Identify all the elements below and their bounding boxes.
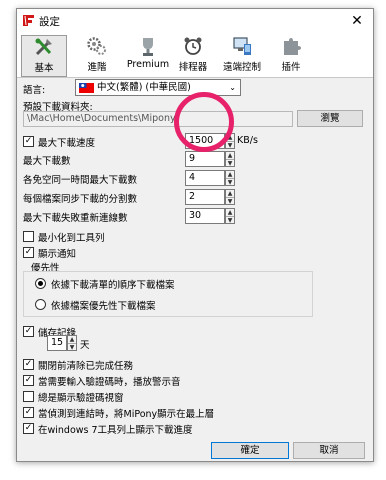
tab-advanced-label: 進階	[87, 62, 107, 73]
tab-plugins-label: 插件	[281, 62, 301, 73]
free-space-spinner[interactable]: ▲ ▼	[225, 170, 235, 186]
captcha-sound-checkbox[interactable]: ✓	[23, 375, 34, 386]
remote-computer-icon	[233, 37, 251, 55]
chevron-down-icon: ⌄	[229, 83, 236, 92]
scheduler-alarm-icon	[184, 37, 202, 55]
log-days-unit: 天	[80, 340, 90, 351]
tab-remote-label: 遠端控制	[222, 62, 261, 73]
close-icon: ✕	[351, 13, 363, 29]
language-value: 中文(繁體) (中華民國)	[97, 82, 191, 93]
retries-spinner[interactable]: ▲ ▼	[225, 208, 235, 224]
free-space-input[interactable]: 4	[185, 170, 225, 186]
priority-file-radio[interactable]	[35, 299, 46, 310]
captcha-sound-label: 當需要輸入驗證碼時，播放警示音	[38, 377, 181, 388]
clear-completed-checkbox[interactable]: ✓	[23, 359, 34, 370]
highlight-ring	[174, 92, 234, 152]
minimize-tray-checkbox[interactable]	[23, 231, 34, 242]
tab-premium[interactable]: Premium	[125, 35, 171, 75]
language-select[interactable]: 中文(繁體) (中華民國) ⌄	[75, 79, 241, 96]
save-log-checkbox[interactable]: ✓	[23, 326, 34, 337]
settings-toolbar: 基本 進階 Premium 排程器 遠端控制 插件	[17, 33, 373, 78]
segments-label: 每個檔案同步下載的分割數	[23, 194, 138, 205]
log-days-input[interactable]: 15	[47, 335, 67, 351]
notifications-checkbox[interactable]: ✓	[23, 247, 34, 258]
cancel-button[interactable]: 取消	[293, 442, 365, 459]
tab-basic[interactable]: 基本	[21, 35, 67, 77]
download-folder-field[interactable]: \Mac\Home\Documents\Mipony	[23, 111, 293, 127]
browse-button[interactable]: 瀏覽	[297, 110, 363, 127]
win7-taskbar-checkbox[interactable]: ✓	[23, 423, 34, 434]
retries-input[interactable]: 30	[185, 208, 225, 224]
max-downloads-spinner[interactable]: ▲ ▼	[225, 151, 235, 167]
tab-basic-label: 基本	[34, 63, 54, 74]
priority-file-label: 依據檔案優先性下載檔案	[51, 301, 156, 312]
max-downloads-label: 最大下載數	[23, 156, 71, 167]
max-speed-label: 最大下載速度	[38, 138, 96, 149]
tab-advanced[interactable]: 進階	[77, 35, 117, 75]
captcha-show-checkbox[interactable]	[23, 391, 34, 402]
max-speed-checkbox[interactable]: ✓	[23, 136, 34, 147]
settings-window: 設定 ✕ 基本 進階 Premium 排程器 遠端控制 插件 語言: 中文(繁體…	[16, 8, 374, 462]
captcha-show-label: 總是顯示驗證碼視窗	[38, 393, 124, 404]
premium-trophy-icon	[143, 38, 153, 56]
title-bar: 設定 ✕	[17, 9, 373, 33]
priority-queue-radio[interactable]	[35, 278, 46, 289]
max-downloads-input[interactable]: 9	[185, 151, 225, 167]
priority-queue-label: 依據下載清單的順序下載檔案	[51, 280, 175, 291]
window-title: 設定	[39, 16, 60, 28]
log-days-spinner[interactable]: ▲ ▼	[67, 335, 77, 351]
link-detect-checkbox[interactable]: ✓	[23, 407, 34, 418]
tab-remote[interactable]: 遠端控制	[217, 35, 267, 75]
link-detect-label: 當偵測到連結時，將MiPony顯示在最上層	[38, 409, 215, 420]
tab-plugins[interactable]: 插件	[273, 35, 309, 75]
gears-icon	[87, 37, 106, 55]
tab-scheduler-label: 排程器	[178, 62, 208, 73]
clear-completed-label: 關閉前清除已完成任務	[38, 361, 134, 372]
mipony-app-icon	[23, 15, 34, 26]
retries-label: 最大下載失敗重新連線數	[23, 213, 128, 224]
minimize-tray-label: 最小化到工具列	[38, 233, 105, 244]
free-space-label: 各免空同一時間最大下載數	[23, 175, 138, 186]
notifications-label: 顯示通知	[38, 249, 77, 260]
tools-icon	[35, 38, 52, 56]
tab-premium-label: Premium	[126, 59, 170, 70]
language-label: 語言:	[23, 85, 46, 96]
close-button[interactable]: ✕	[347, 11, 367, 31]
taiwan-flag-icon	[79, 83, 94, 93]
tab-scheduler[interactable]: 排程器	[173, 35, 213, 75]
segments-spinner[interactable]: ▲ ▼	[225, 189, 235, 205]
win7-taskbar-label: 在windows 7工具列上顯示下載進度	[38, 425, 193, 436]
puzzle-plugin-icon	[284, 38, 301, 55]
ok-button[interactable]: 確定	[211, 442, 289, 459]
max-speed-unit: KB/s	[237, 135, 258, 146]
segments-input[interactable]: 2	[185, 189, 225, 205]
